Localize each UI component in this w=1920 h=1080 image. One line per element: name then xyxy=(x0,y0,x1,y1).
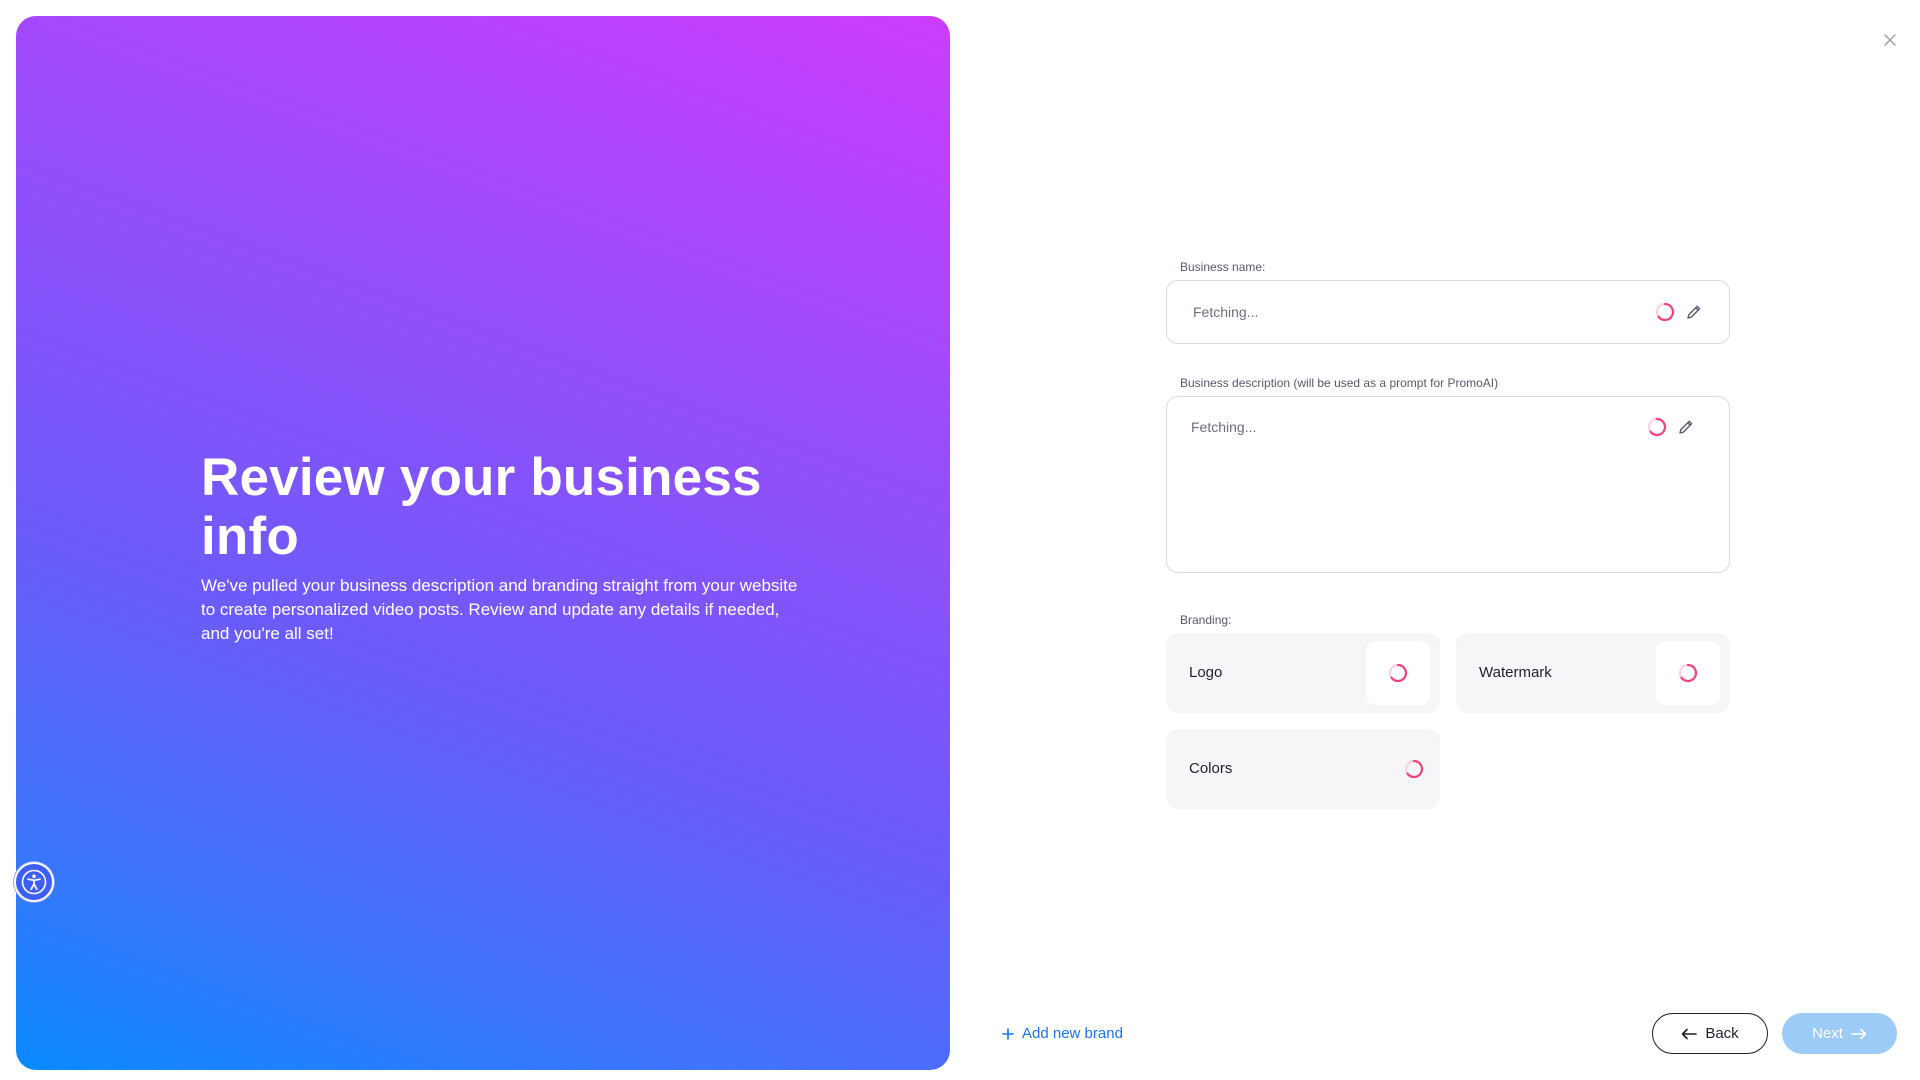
add-new-brand-button[interactable]: Add new brand xyxy=(1002,1025,1123,1042)
spinner-icon xyxy=(1655,302,1675,322)
close-button[interactable] xyxy=(1880,30,1900,50)
business-name-field[interactable]: Fetching... xyxy=(1166,280,1730,344)
arrow-right-icon xyxy=(1851,1028,1867,1039)
close-icon xyxy=(1884,34,1896,46)
branding-label: Branding: xyxy=(1180,613,1232,627)
arrow-left-icon xyxy=(1682,1028,1698,1039)
spinner-icon xyxy=(1678,663,1698,683)
hero-content: Review your business info We've pulled y… xyxy=(201,448,801,646)
business-description-field[interactable]: Fetching... xyxy=(1166,396,1730,573)
back-button[interactable]: Back xyxy=(1652,1013,1768,1054)
branding-logo-label: Logo xyxy=(1189,664,1223,681)
business-name-value: Fetching... xyxy=(1193,304,1259,320)
branding-colors-card[interactable]: Colors xyxy=(1166,729,1440,809)
branding-watermark-card[interactable]: Watermark xyxy=(1456,633,1730,713)
branding-colors-label: Colors xyxy=(1189,760,1233,777)
business-name-label: Business name: xyxy=(1180,260,1266,274)
branding-grid: Logo Watermark Colors xyxy=(1166,633,1730,809)
pencil-icon[interactable] xyxy=(1677,418,1695,436)
business-description-value: Fetching... xyxy=(1191,419,1257,435)
branding-logo-card[interactable]: Logo xyxy=(1166,633,1440,713)
business-description-label: Business description (will be used as a … xyxy=(1180,376,1499,390)
next-button[interactable]: Next xyxy=(1782,1013,1897,1054)
add-new-brand-label: Add new brand xyxy=(1022,1025,1123,1042)
back-label: Back xyxy=(1705,1025,1739,1042)
accessibility-icon xyxy=(21,869,47,895)
hero-title: Review your business info xyxy=(201,448,762,566)
accessibility-button[interactable] xyxy=(14,862,54,902)
next-label: Next xyxy=(1812,1025,1843,1042)
business-info-form: Business name: Fetching... Business desc… xyxy=(1166,258,1730,809)
pencil-icon[interactable] xyxy=(1685,303,1703,321)
branding-watermark-label: Watermark xyxy=(1479,664,1552,681)
plus-icon xyxy=(1002,1027,1014,1040)
spinner-icon xyxy=(1388,663,1408,683)
spinner-icon xyxy=(1404,759,1424,779)
hero-panel: Review your business info We've pulled y… xyxy=(16,16,950,1070)
business-name-actions xyxy=(1655,302,1703,322)
spinner-icon xyxy=(1647,417,1667,437)
hero-subtitle: We've pulled your business description a… xyxy=(201,576,798,643)
logo-preview xyxy=(1366,641,1430,705)
watermark-preview xyxy=(1656,641,1720,705)
business-description-actions xyxy=(1647,417,1695,437)
